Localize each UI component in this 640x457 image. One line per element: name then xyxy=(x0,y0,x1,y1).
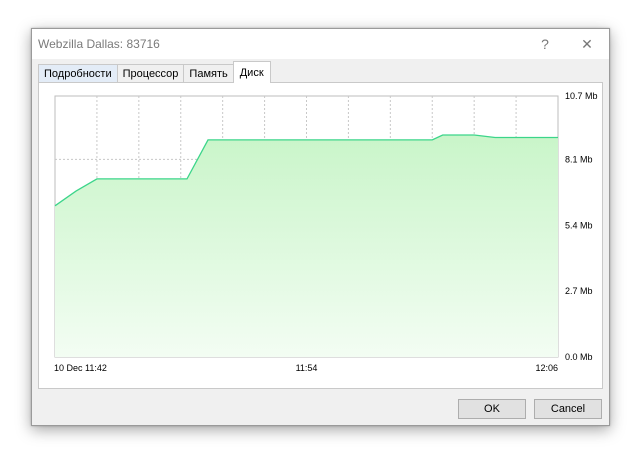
tab-disk[interactable]: Диск xyxy=(232,61,271,83)
x-tick-label: 12:06 xyxy=(535,363,558,373)
tab-processor[interactable]: Процессор xyxy=(116,64,185,83)
tab-strip: Подробности Процессор Память Диск xyxy=(38,61,271,83)
y-tick-label: 0.0 Mb xyxy=(565,352,593,362)
properties-dialog: Webzilla Dallas: 83716 ? ✕ Подробности П… xyxy=(31,28,610,426)
close-button[interactable]: ✕ xyxy=(572,33,602,55)
y-tick-label: 2.7 Mb xyxy=(565,286,593,296)
x-tick-label: 10 Dec 11:42 xyxy=(54,363,107,373)
y-tick-label: 5.4 Mb xyxy=(565,220,593,230)
cancel-button[interactable]: Cancel xyxy=(534,399,602,419)
tab-details[interactable]: Подробности xyxy=(38,64,118,83)
y-tick-label: 10.7 Mb xyxy=(565,91,598,101)
title-bar[interactable]: Webzilla Dallas: 83716 ? ✕ xyxy=(32,29,609,59)
disk-usage-chart: 10.7 Mb 8.1 Mb 5.4 Mb 2.7 Mb 0.0 Mb 10 Dec 1… xyxy=(54,91,598,373)
help-button[interactable]: ? xyxy=(530,33,560,55)
ok-button[interactable]: OK xyxy=(458,399,526,419)
y-tick-label: 8.1 Mb xyxy=(565,154,593,164)
window-title: Webzilla Dallas: 83716 xyxy=(38,37,160,51)
x-tick-label: 11:54 xyxy=(296,363,318,373)
disk-tab-panel: 10.7 Mb 8.1 Mb 5.4 Mb 2.7 Mb 0.0 Mb 10 Dec 1… xyxy=(38,82,603,389)
tab-memory[interactable]: Память xyxy=(183,64,234,83)
